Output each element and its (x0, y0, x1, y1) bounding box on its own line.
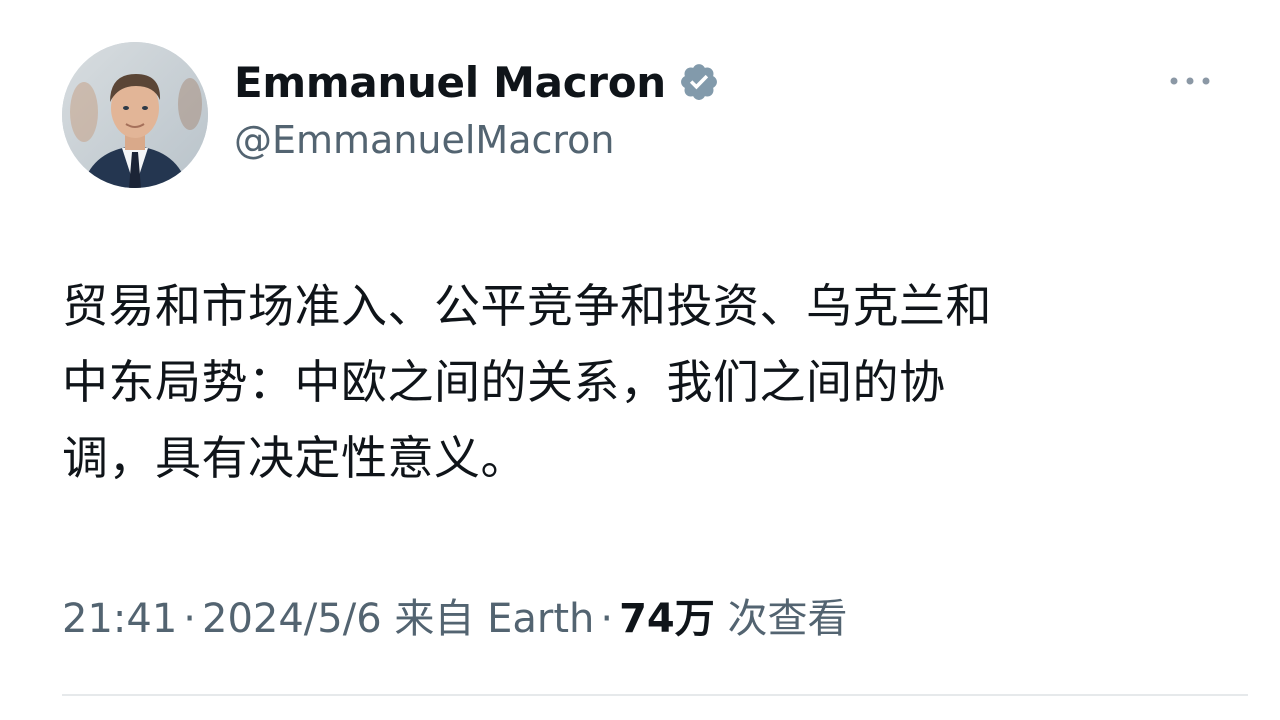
views-label: 次查看 (727, 596, 848, 642)
tweet-source: Earth (487, 596, 595, 642)
verified-badge-icon (678, 61, 720, 103)
meta-separator: · (183, 596, 196, 642)
tweet-text-line: 贸易和市场准入、公平竞争和投资、乌克兰和 (62, 279, 992, 333)
divider (62, 694, 1248, 696)
tweet-date[interactable]: 2024/5/6 (202, 596, 382, 642)
tweet-meta: 21:41 · 2024/5/6 来自 Earth · 74万 次查看 (62, 586, 847, 644)
profile-photo-icon (62, 42, 208, 188)
source-prefix: 来自 (394, 596, 475, 642)
avatar[interactable] (62, 42, 208, 188)
more-options-icon[interactable] (1166, 68, 1214, 94)
handle[interactable]: @EmmanuelMacron (234, 118, 615, 162)
tweet-text-line: 调，具有决定性意义。 (62, 431, 527, 485)
tweet-text-line: 中东局势：中欧之间的关系，我们之间的协 (62, 355, 946, 409)
tweet-text: 贸易和市场准入、公平竞争和投资、乌克兰和 中东局势：中欧之间的关系，我们之间的协… (62, 268, 1202, 496)
tweet-time[interactable]: 21:41 (62, 596, 177, 642)
display-name[interactable]: Emmanuel Macron (234, 58, 666, 107)
display-name-row: Emmanuel Macron (234, 54, 720, 110)
tweet-card: Emmanuel Macron @EmmanuelMacron 贸易和市场准入、… (0, 0, 1280, 720)
views-count[interactable]: 74万 (619, 596, 715, 642)
meta-separator: · (600, 596, 614, 642)
